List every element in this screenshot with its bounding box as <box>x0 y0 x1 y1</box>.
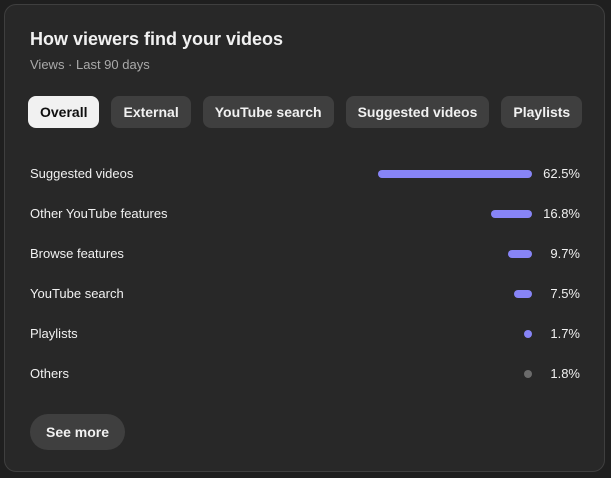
source-row-browse-features: Browse features 9.7% <box>30 229 580 269</box>
source-row-suggested-videos: Suggested videos 62.5% <box>30 149 580 189</box>
source-value: 16.8% <box>543 206 580 221</box>
source-value: 9.7% <box>550 246 580 261</box>
source-label: Browse features <box>30 246 124 261</box>
source-row-others: Others 1.8% <box>30 349 580 389</box>
source-label: Others <box>30 366 70 381</box>
traffic-tabs: Overall External YouTube search Suggeste… <box>28 96 583 128</box>
source-label: Playlists <box>30 326 78 341</box>
source-value: 1.8% <box>550 366 580 381</box>
source-row-youtube-search: YouTube search 7.5% <box>30 269 580 309</box>
tab-suggested-videos[interactable]: Suggested videos <box>345 96 490 128</box>
see-more-button[interactable]: See more <box>30 414 126 450</box>
source-label: Suggested videos <box>30 166 134 181</box>
source-row-other-youtube-features: Other YouTube features 16.8% <box>30 189 580 229</box>
source-bar <box>508 250 532 258</box>
tab-playlists[interactable]: Playlists <box>501 96 583 128</box>
tab-external[interactable]: External <box>111 96 191 128</box>
source-row-playlists: Playlists 1.7% <box>30 309 580 349</box>
card-subtitle: Views · Last 90 days <box>30 57 150 72</box>
tab-youtube-search[interactable]: YouTube search <box>202 96 334 128</box>
source-label: YouTube search <box>30 286 124 301</box>
source-bar <box>378 170 532 178</box>
source-value: 1.7% <box>550 326 580 341</box>
traffic-source-list: Suggested videos 62.5% Other YouTube fea… <box>30 149 580 389</box>
source-bar <box>514 290 532 298</box>
card-title: How viewers find your videos <box>30 29 284 49</box>
source-value: 7.5% <box>550 286 580 301</box>
source-label: Other YouTube features <box>30 206 168 221</box>
source-value: 62.5% <box>543 166 580 181</box>
source-bar <box>524 330 532 338</box>
source-bar <box>491 210 532 218</box>
tab-overall[interactable]: Overall <box>28 96 100 128</box>
source-bar <box>524 370 532 378</box>
traffic-sources-card: How viewers find your videos Views · Las… <box>4 4 605 472</box>
